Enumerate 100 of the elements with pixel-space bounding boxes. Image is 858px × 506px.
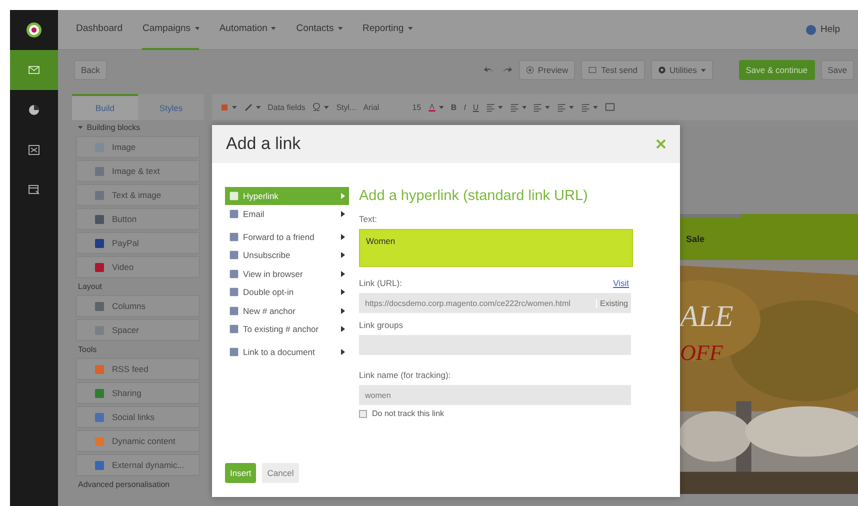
caret-icon [256, 106, 261, 108]
bold-button[interactable]: B [450, 102, 457, 112]
test-send-button[interactable]: Test send [581, 60, 645, 80]
save-button[interactable]: Save [820, 60, 854, 80]
template-icon [28, 184, 40, 196]
no-track-checkbox[interactable]: Do not track this link [359, 409, 633, 418]
logo-icon [26, 22, 42, 38]
utilities-button[interactable]: Utilities [650, 60, 713, 80]
block-item[interactable]: Image [76, 136, 200, 158]
insert-button[interactable]: Insert [225, 463, 256, 483]
panel-tab[interactable]: Styles [138, 94, 204, 120]
link-type-item[interactable]: Forward to a friend [225, 228, 349, 246]
nav-tab[interactable]: Campaigns [142, 10, 200, 50]
nav-tab[interactable]: Reporting [362, 10, 412, 50]
caret-icon [341, 234, 345, 240]
caret-icon [439, 106, 444, 108]
help-icon [806, 24, 816, 34]
preview-button[interactable]: Preview [518, 60, 576, 80]
block-item[interactable]: PayPal [76, 232, 200, 254]
font-color-icon [428, 102, 436, 112]
link-type-item[interactable]: View in browser [225, 265, 349, 282]
link-type-icon [229, 190, 239, 201]
caret-icon [592, 106, 598, 108]
save-continue-button[interactable]: Save & continue [738, 60, 815, 80]
align-icon [557, 102, 566, 112]
special-characters-button[interactable] [312, 102, 330, 112]
block-item[interactable]: Dynamic content [76, 430, 200, 452]
italic-button[interactable]: I [464, 102, 466, 112]
caret-icon [545, 106, 550, 108]
caret-icon [522, 106, 526, 108]
link-type-item[interactable]: Link to a document [225, 343, 349, 360]
link-type-item[interactable]: Double opt-in [225, 284, 349, 301]
caret-icon [700, 68, 706, 72]
close-icon[interactable] [656, 139, 666, 149]
caret-icon [341, 252, 345, 258]
field-label: Link groups [359, 320, 404, 330]
panel-tab[interactable]: Build [72, 94, 138, 120]
section-heading: Building blocks [86, 123, 140, 132]
link-type-icon [229, 232, 239, 242]
align-icon [580, 102, 590, 112]
style-dropdown[interactable]: Styl... [336, 102, 356, 112]
size-dropdown[interactable]: 15 [412, 102, 422, 112]
link-type-icon [229, 324, 239, 334]
existing-button[interactable]: Existing [596, 298, 631, 308]
link-name-field[interactable]: women [359, 385, 631, 405]
caret-icon [341, 326, 345, 332]
block-item[interactable]: External dynamic... [76, 454, 200, 476]
link-type-item[interactable]: New # anchor [225, 302, 349, 320]
block-item[interactable]: Button [76, 208, 200, 230]
form-heading: Add a hyperlink (standard link URL) [359, 188, 589, 204]
caret-icon [341, 192, 345, 199]
link-type-icon [229, 306, 239, 316]
block-item[interactable]: Video [76, 256, 200, 278]
sale-headline: ALE [680, 300, 734, 334]
link-type-item[interactable]: Email [225, 206, 349, 223]
block-item[interactable]: Social links [76, 406, 200, 428]
link-type-icon [229, 209, 239, 220]
text-field[interactable]: Women [359, 229, 633, 267]
align-icon [533, 102, 542, 112]
block-item[interactable]: RSS feed [76, 358, 200, 380]
block-item[interactable]: Text & image [76, 184, 200, 206]
link-groups-field[interactable] [359, 335, 631, 355]
field-label: Text: [359, 214, 378, 224]
caret-icon [408, 27, 412, 30]
block-item[interactable]: Spacer [76, 319, 200, 341]
eye-icon [526, 66, 534, 74]
data-fields-button[interactable]: Data fields [268, 102, 306, 112]
url-value: https://docsdemo.corp.magento.com/ce222rc/women.html [365, 298, 570, 308]
section-heading: Tools [78, 345, 97, 354]
dialog-title: Add a link [226, 134, 301, 154]
caret-icon [232, 106, 237, 108]
underline-button[interactable]: U [472, 102, 479, 112]
nav-tab[interactable]: Contacts [296, 10, 342, 50]
omega-icon [312, 102, 322, 112]
help-link[interactable]: Help [806, 24, 840, 35]
pie-chart-icon [28, 104, 40, 116]
caret-icon [341, 289, 345, 296]
nav-tab[interactable]: Automation [219, 10, 276, 50]
caret-icon [324, 106, 330, 108]
caret-icon [271, 27, 276, 30]
discount-text: OFF [680, 340, 723, 366]
link-type-item[interactable]: To existing # anchor [225, 320, 349, 338]
back-button[interactable]: Back [74, 60, 107, 80]
nav-tab[interactable]: Dashboard [76, 10, 122, 50]
link-type-item[interactable]: Unsubscribe [225, 246, 349, 264]
caret-icon [569, 106, 574, 108]
field-label: Link (URL): [359, 278, 402, 288]
cancel-button[interactable]: Cancel [262, 463, 299, 483]
link-type-item[interactable]: Hyperlink [225, 187, 349, 204]
font-dropdown[interactable]: Arial [363, 102, 406, 112]
url-field[interactable]: https://docsdemo.corp.magento.com/ce222rc/women.html Existing [359, 293, 631, 313]
caret-icon [194, 27, 200, 30]
section-heading: Layout [78, 282, 102, 291]
visit-link[interactable]: Visit [613, 278, 629, 288]
block-item[interactable]: Sharing [76, 382, 200, 404]
align-icon [510, 102, 518, 112]
block-item[interactable]: Columns [76, 295, 200, 317]
caret-icon [338, 27, 342, 30]
link-type-icon [229, 346, 239, 357]
block-item[interactable]: Image & text [76, 160, 200, 182]
